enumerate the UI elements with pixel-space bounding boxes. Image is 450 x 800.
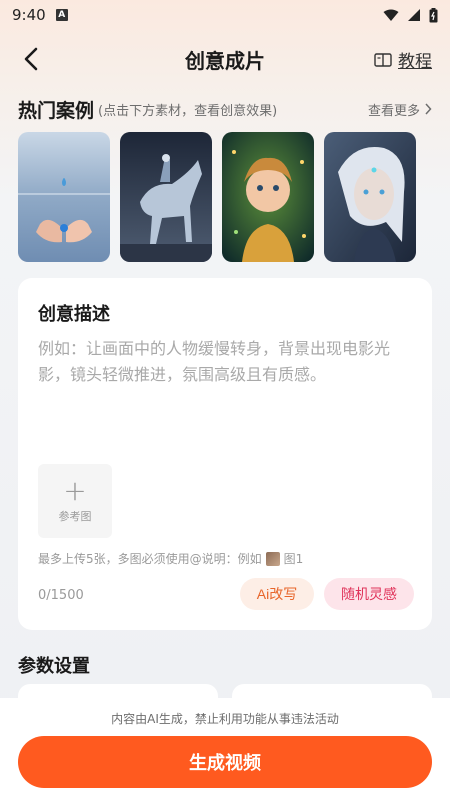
- book-icon: [374, 52, 392, 67]
- char-counter: 0/1500: [38, 588, 84, 603]
- chevron-left-icon: [24, 47, 38, 71]
- chevron-right-icon: [425, 103, 432, 115]
- hot-cases-title: 热门案例: [18, 99, 95, 122]
- upload-hint-suffix: 图1: [283, 552, 304, 566]
- hot-cases-subtitle: (点击下方素材，查看创意效果): [98, 103, 278, 119]
- status-time: 9:40: [12, 6, 46, 24]
- elf-portrait-image: [324, 132, 416, 262]
- plus-icon: +: [63, 474, 87, 507]
- ai-rewrite-button[interactable]: Ai改写: [240, 578, 314, 610]
- description-input[interactable]: 例如：让画面中的人物缓慢转身，背景出现电影光影，镜头轻微推进，氛围高级且有质感。: [38, 336, 410, 388]
- signal-icon: [408, 9, 420, 21]
- reference-image-upload[interactable]: + 参考图: [38, 464, 112, 538]
- bottom-panel: 内容由AI生成，禁止利用功能从事违法活动 生成视频: [0, 698, 450, 800]
- generate-video-button[interactable]: 生成视频: [18, 736, 432, 788]
- case-thumbnail-water-hands[interactable]: [18, 132, 110, 262]
- see-more-link[interactable]: 查看更多: [368, 100, 432, 119]
- params-title: 参数设置: [18, 656, 90, 677]
- hot-cases-header: 热门案例 (点击下方素材，查看创意效果) 查看更多: [18, 96, 432, 122]
- random-idea-button[interactable]: 随机灵感: [324, 578, 414, 610]
- see-more-label: 查看更多: [367, 103, 420, 119]
- fairy-girl-image: [222, 132, 314, 262]
- water-hands-image: [18, 132, 110, 262]
- wifi-icon: [383, 9, 399, 21]
- upload-hint-text: 最多上传5张，多图必须使用@说明：例如: [38, 552, 262, 566]
- notification-a-icon: A: [55, 9, 68, 21]
- case-thumbnail-elf-portrait[interactable]: [324, 132, 416, 262]
- description-card: 创意描述 例如：让画面中的人物缓慢转身，背景出现电影光影，镜头轻微推进，氛围高级…: [18, 278, 432, 630]
- status-icons: [383, 7, 438, 23]
- battery-icon: [429, 7, 438, 22]
- top-bar: 创意成片 教程: [0, 38, 450, 80]
- partial-case-image: [426, 132, 436, 262]
- ai-disclaimer: 内容由AI生成，禁止利用功能从事违法活动: [111, 712, 339, 726]
- hot-cases-list: [18, 132, 450, 262]
- tutorial-link[interactable]: 教程: [374, 47, 432, 72]
- description-title: 创意描述: [38, 304, 110, 325]
- upload-label: 参考图: [58, 510, 92, 523]
- upload-hint: 最多上传5张，多图必须使用@说明：例如 图1: [38, 550, 303, 567]
- example-thumbnail-icon: [265, 551, 280, 566]
- tutorial-label: 教程: [398, 52, 432, 72]
- back-button[interactable]: [18, 44, 48, 74]
- case-thumbnail-horse-rider[interactable]: [120, 132, 212, 262]
- case-thumbnail-fairy-girl[interactable]: [222, 132, 314, 262]
- page-title: 创意成片: [185, 48, 265, 73]
- horse-rider-image: [120, 132, 212, 262]
- status-bar: 9:40 A: [0, 0, 450, 30]
- case-thumbnail-partial[interactable]: [426, 132, 436, 262]
